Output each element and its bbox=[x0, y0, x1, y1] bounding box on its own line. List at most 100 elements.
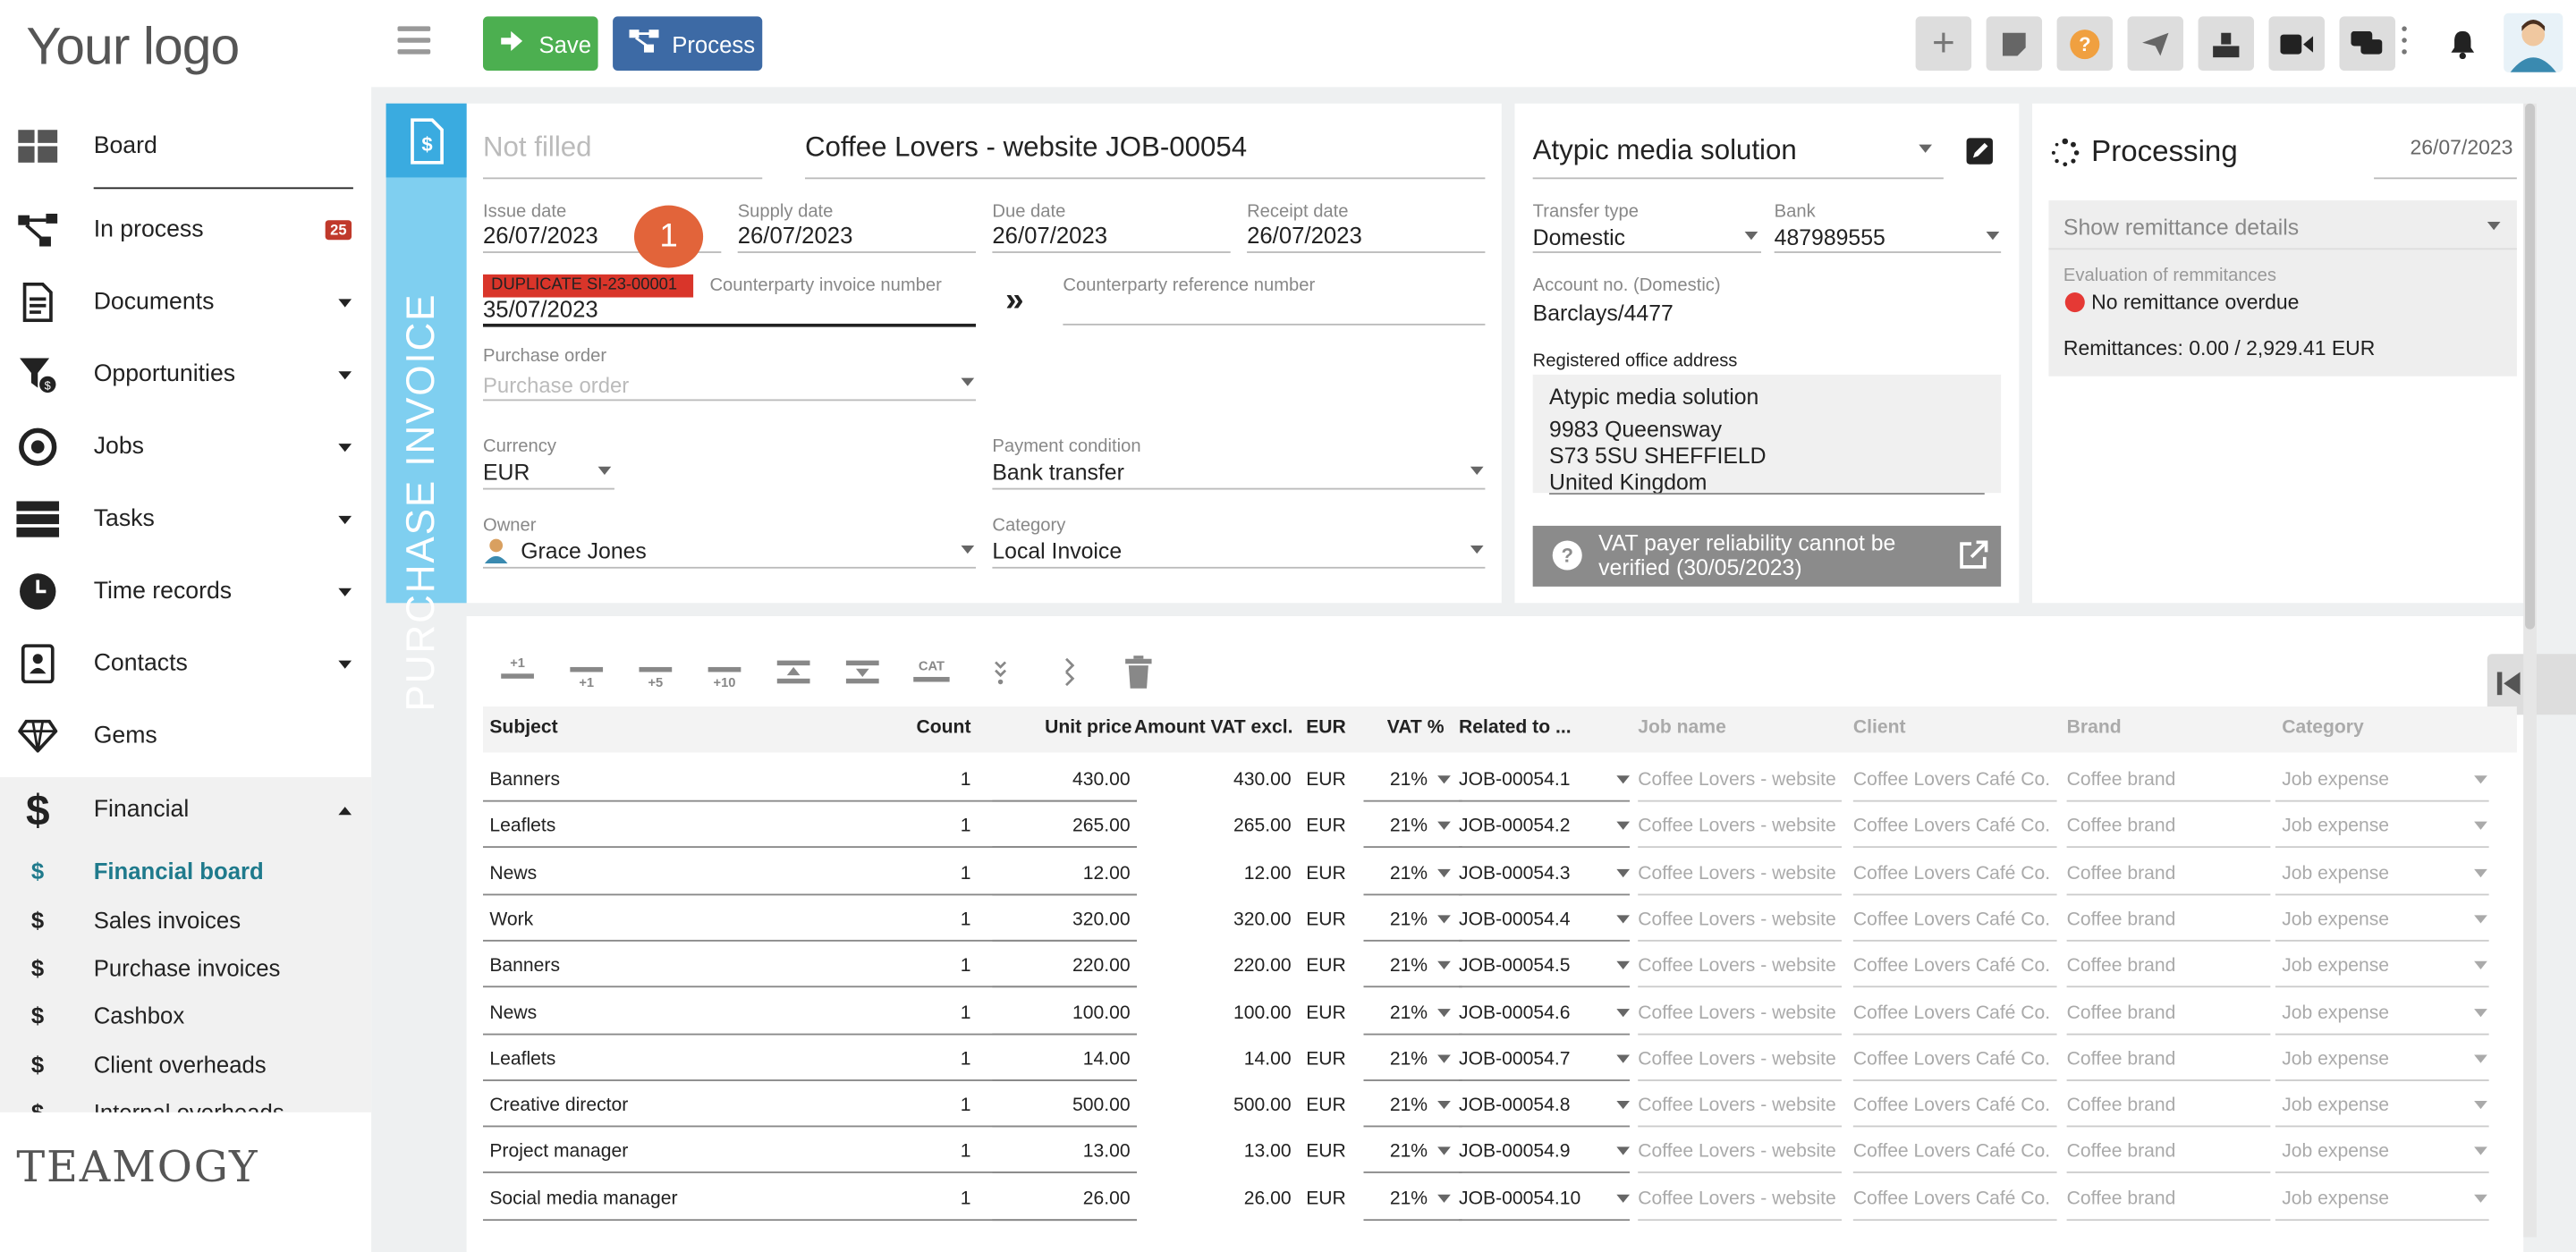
category-chevron-down-icon[interactable] bbox=[2474, 775, 2487, 784]
status-date[interactable]: 26/07/2023 bbox=[2410, 136, 2512, 159]
cell-amount[interactable]: 265.00 bbox=[1133, 817, 1292, 837]
cell-amount[interactable]: 220.00 bbox=[1133, 957, 1292, 977]
external-edit-icon[interactable] bbox=[1966, 138, 1993, 165]
col-brand[interactable]: Brand bbox=[2067, 718, 2122, 738]
cell-related[interactable]: JOB-00054.3 bbox=[1459, 864, 1570, 884]
cell-vat[interactable]: 21% bbox=[1363, 817, 1428, 837]
cell-related[interactable]: JOB-00054.1 bbox=[1459, 771, 1570, 791]
category-chevron-down-icon[interactable] bbox=[2474, 961, 2487, 970]
nav-item-jobs[interactable]: Jobs bbox=[0, 414, 371, 479]
cell-job-name[interactable]: Coffee Lovers - website bbox=[1638, 771, 1836, 791]
transfer-type-select[interactable]: Domestic bbox=[1533, 225, 1625, 250]
vat-chevron-down-icon[interactable] bbox=[1437, 1008, 1451, 1017]
chevron-down-icon[interactable] bbox=[1919, 144, 1932, 153]
app-logo[interactable]: Your logo bbox=[26, 16, 240, 77]
cell-unit-price[interactable]: 13.00 bbox=[986, 1143, 1131, 1163]
currency-select[interactable]: EUR bbox=[483, 460, 530, 485]
related-chevron-down-icon[interactable] bbox=[1616, 961, 1631, 970]
category-chevron-down-icon[interactable] bbox=[2474, 915, 2487, 924]
cell-count[interactable]: 1 bbox=[887, 771, 971, 791]
cell-currency[interactable]: EUR bbox=[1306, 864, 1346, 884]
hamburger-menu-icon[interactable] bbox=[397, 26, 431, 55]
cell-brand[interactable]: Coffee brand bbox=[2067, 1189, 2176, 1209]
chevron-down-icon[interactable] bbox=[338, 443, 352, 452]
table-row[interactable]: Leaflets 1 265.00 265.00 EUR 21% JOB-00054.2 Co… bbox=[483, 802, 2517, 848]
col-unit-price[interactable]: Unit price bbox=[986, 718, 1131, 738]
scrollbar[interactable] bbox=[2523, 103, 2537, 1238]
cell-client[interactable]: Coffee Lovers Café Co. bbox=[1853, 957, 2050, 977]
payment-condition-select[interactable]: Bank transfer bbox=[992, 460, 1123, 485]
cell-amount[interactable]: 13.00 bbox=[1133, 1143, 1292, 1163]
related-chevron-down-icon[interactable] bbox=[1616, 822, 1631, 831]
cell-client[interactable]: Coffee Lovers Café Co. bbox=[1853, 1143, 2050, 1163]
cell-job-name[interactable]: Coffee Lovers - website bbox=[1638, 910, 1836, 930]
cell-vat[interactable]: 21% bbox=[1363, 957, 1428, 977]
external-link-icon[interactable] bbox=[1958, 540, 1988, 575]
chevron-down-icon[interactable] bbox=[338, 298, 352, 307]
counterparty-invoice-field[interactable]: 35/07/2023 bbox=[483, 296, 598, 322]
note-icon[interactable] bbox=[1986, 16, 2043, 72]
cell-brand[interactable]: Coffee brand bbox=[2067, 817, 2176, 837]
cell-brand[interactable]: Coffee brand bbox=[2067, 1096, 2176, 1116]
nav-item-time-records[interactable]: Time records bbox=[0, 559, 371, 624]
cell-related[interactable]: JOB-00054.7 bbox=[1459, 1050, 1570, 1070]
cell-category[interactable]: Job expense bbox=[2282, 1189, 2389, 1209]
bank-select[interactable]: 487989555 bbox=[1775, 225, 1885, 250]
sub-item-client-overheads[interactable]: $ Client overheads bbox=[0, 1042, 371, 1087]
vat-chevron-down-icon[interactable] bbox=[1437, 1101, 1451, 1110]
cell-count[interactable]: 1 bbox=[887, 1050, 971, 1070]
chevron-down-icon[interactable] bbox=[1470, 545, 1484, 554]
chevron-down-icon[interactable] bbox=[2487, 222, 2501, 231]
cell-count[interactable]: 1 bbox=[887, 1143, 971, 1163]
cell-vat[interactable]: 21% bbox=[1363, 1003, 1428, 1023]
table-row[interactable]: Project manager 1 13.00 13.00 EUR 21% JOB-0005… bbox=[483, 1128, 2517, 1173]
cell-category[interactable]: Job expense bbox=[2282, 957, 2389, 977]
cell-subject[interactable]: Banners bbox=[489, 771, 560, 791]
cell-brand[interactable]: Coffee brand bbox=[2067, 957, 2176, 977]
nav-item-contacts[interactable]: Contacts bbox=[0, 631, 371, 697]
bell-icon[interactable] bbox=[2435, 16, 2490, 71]
vat-chevron-down-icon[interactable] bbox=[1437, 775, 1451, 784]
chevron-down-icon[interactable] bbox=[961, 545, 975, 554]
cell-job-name[interactable]: Coffee Lovers - website bbox=[1638, 1143, 1836, 1163]
cell-amount[interactable]: 500.00 bbox=[1133, 1096, 1292, 1116]
supplier-select[interactable]: Atypic media solution bbox=[1533, 135, 1797, 168]
col-vat[interactable]: VAT % bbox=[1363, 718, 1445, 738]
category-chevron-down-icon[interactable] bbox=[2474, 1101, 2487, 1110]
vat-reliability-notice[interactable]: ? VAT payer reliability cannot be verifi… bbox=[1532, 525, 2002, 587]
cell-count[interactable]: 1 bbox=[887, 1096, 971, 1116]
cell-unit-price[interactable]: 26.00 bbox=[986, 1189, 1131, 1209]
cell-client[interactable]: Coffee Lovers Café Co. bbox=[1853, 1003, 2050, 1023]
cell-subject[interactable]: Leaflets bbox=[489, 817, 555, 837]
cell-category[interactable]: Job expense bbox=[2282, 910, 2389, 930]
vat-chevron-down-icon[interactable] bbox=[1437, 961, 1451, 970]
invoice-number-field[interactable]: Not filled bbox=[483, 131, 591, 165]
more-icon[interactable] bbox=[2402, 26, 2408, 59]
cell-related[interactable]: JOB-00054.6 bbox=[1459, 1003, 1570, 1023]
cell-currency[interactable]: EUR bbox=[1306, 1143, 1346, 1163]
cell-currency[interactable]: EUR bbox=[1306, 1189, 1346, 1209]
cell-category[interactable]: Job expense bbox=[2282, 1003, 2389, 1023]
trash-icon[interactable] bbox=[1119, 652, 1158, 691]
cell-currency[interactable]: EUR bbox=[1306, 1096, 1346, 1116]
cell-amount[interactable]: 26.00 bbox=[1133, 1189, 1292, 1209]
sub-item-financial-board[interactable]: $ Financial board bbox=[0, 848, 371, 893]
issue-date-field[interactable]: 26/07/2023 bbox=[483, 222, 598, 248]
process-button[interactable]: Process bbox=[613, 16, 763, 72]
cell-vat[interactable]: 21% bbox=[1363, 910, 1428, 930]
category-chevron-down-icon[interactable] bbox=[2474, 1194, 2487, 1203]
cell-count[interactable]: 1 bbox=[887, 957, 971, 977]
category-chevron-down-icon[interactable] bbox=[2474, 1147, 2487, 1156]
cell-job-name[interactable]: Coffee Lovers - website bbox=[1638, 1096, 1836, 1116]
related-chevron-down-icon[interactable] bbox=[1616, 1194, 1631, 1203]
due-date-field[interactable]: 26/07/2023 bbox=[992, 222, 1107, 248]
chevron-down-icon[interactable] bbox=[961, 377, 975, 386]
cell-job-name[interactable]: Coffee Lovers - website bbox=[1638, 957, 1836, 977]
cell-brand[interactable]: Coffee brand bbox=[2067, 864, 2176, 884]
cell-unit-price[interactable]: 14.00 bbox=[986, 1050, 1131, 1070]
related-chevron-down-icon[interactable] bbox=[1616, 1008, 1631, 1017]
nav-item-tasks[interactable]: Tasks bbox=[0, 486, 371, 552]
cell-subject[interactable]: Leaflets bbox=[489, 1050, 555, 1070]
cell-brand[interactable]: Coffee brand bbox=[2067, 1143, 2176, 1163]
cell-client[interactable]: Coffee Lovers Café Co. bbox=[1853, 1050, 2050, 1070]
